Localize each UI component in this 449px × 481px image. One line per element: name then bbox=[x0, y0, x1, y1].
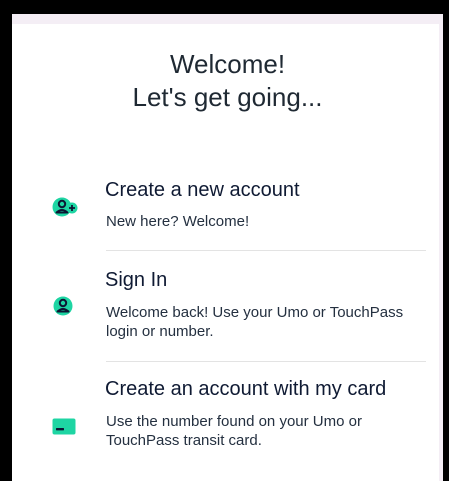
user-icon bbox=[53, 296, 73, 316]
create-account-title: Create a new account bbox=[105, 179, 300, 201]
welcome-line-2: Let's get going... bbox=[132, 82, 323, 112]
create-account-description: New here? Welcome! bbox=[106, 213, 250, 230]
welcome-heading: Welcome! Let's get going... bbox=[12, 48, 443, 114]
card-account-option[interactable]: Create an account with my card Use the n… bbox=[12, 362, 443, 472]
create-account-option[interactable]: Create a new account New here? Welcome! bbox=[12, 174, 443, 250]
add-user-icon bbox=[52, 197, 78, 217]
card-icon bbox=[52, 418, 76, 435]
card-account-description: Use the number found on your Umo or Touc… bbox=[106, 413, 362, 449]
sign-in-option[interactable]: Sign In Welcome back! Use your Umo or To… bbox=[12, 251, 443, 361]
app-screen: Welcome! Let's get going... Create a new… bbox=[12, 14, 443, 481]
sign-in-description: Welcome back! Use your Umo or TouchPass … bbox=[106, 304, 404, 340]
sign-in-title: Sign In bbox=[105, 269, 168, 291]
card-account-title: Create an account with my card bbox=[105, 378, 387, 400]
welcome-line-1: Welcome! bbox=[169, 49, 286, 79]
top-band bbox=[12, 14, 443, 24]
